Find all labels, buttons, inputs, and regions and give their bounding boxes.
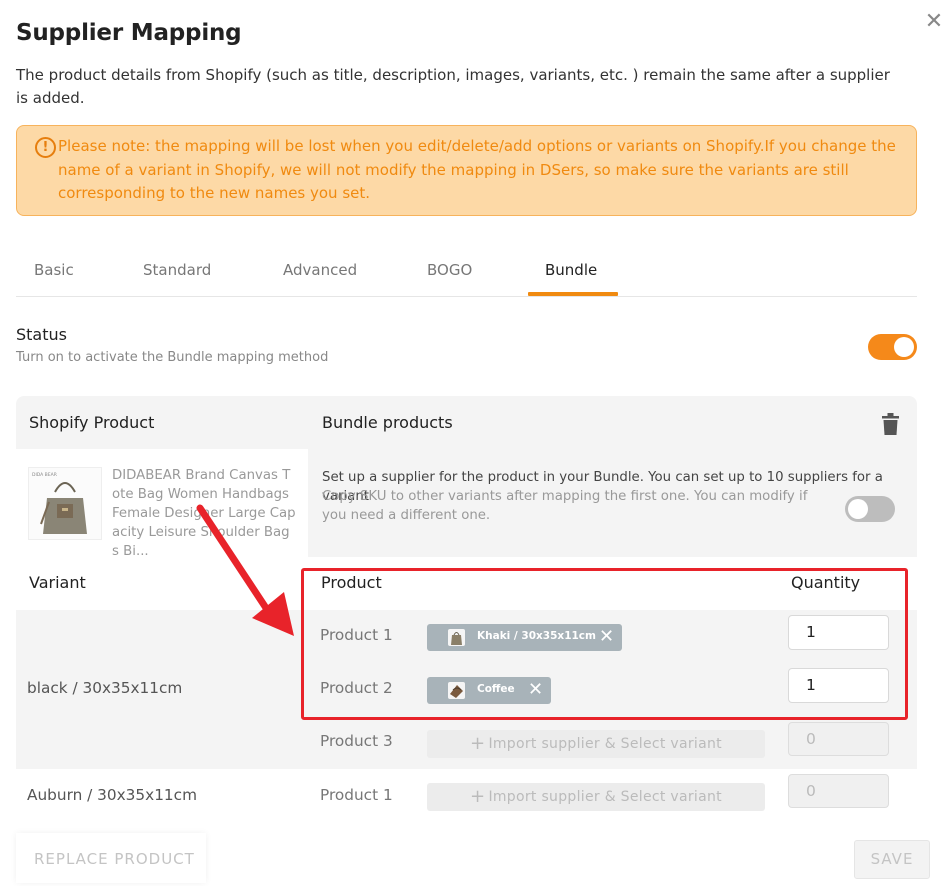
import-supplier-button[interactable]: + Import supplier & Select variant (427, 783, 765, 811)
bundle-products-header: Bundle products (322, 413, 453, 432)
import-supplier-button[interactable]: + Import supplier & Select variant (427, 730, 765, 758)
variant-column-header: Variant (29, 573, 86, 592)
bundle-product-label: Product 1 (320, 786, 393, 804)
toggle-knob (848, 499, 868, 519)
shopify-product-header: Shopify Product (29, 413, 155, 432)
selected-supplier-chip[interactable]: Coffee ✕ (427, 677, 551, 704)
plus-icon: + (470, 786, 486, 807)
dialog-title: Supplier Mapping (16, 20, 242, 46)
quantity-input[interactable]: 0 (788, 722, 889, 756)
variant-block-black: black / 30x35x11cm Product 1 Khaki / 30x… (16, 610, 917, 769)
product-column-header: Product (321, 573, 382, 592)
tab-bogo[interactable]: BOGO (427, 261, 472, 279)
bundle-product-label: Product 1 (320, 626, 393, 644)
trash-icon[interactable] (882, 413, 899, 435)
status-label: Status (16, 325, 67, 344)
mapping-tabs: Basic Standard Advanced BOGO Bundle (16, 252, 917, 297)
bundle-status-toggle[interactable] (868, 334, 917, 360)
bundle-mapping-panel: Shopify Product Bundle products DIDA BEA… (16, 396, 917, 826)
product-thumbnail: DIDA BEAR (28, 467, 102, 540)
replace-product-button[interactable]: REPLACE PRODUCT (34, 850, 195, 868)
close-icon[interactable]: ✕ (924, 11, 943, 33)
shopify-product-title: DIDABEAR Brand Canvas Tote Bag Women Han… (112, 468, 296, 559)
status-description: Turn on to activate the Bundle mapping m… (16, 350, 329, 365)
chip-thumbnail (448, 682, 465, 699)
selected-supplier-chip[interactable]: Khaki / 30x35x11cm ✕ (427, 624, 622, 651)
tab-basic[interactable]: Basic (34, 261, 74, 279)
save-button[interactable]: SAVE (854, 840, 930, 879)
quantity-input[interactable]: 0 (788, 774, 889, 808)
quantity-input[interactable]: 1 (788, 615, 889, 650)
plus-icon: + (470, 733, 486, 754)
warning-notice: ! Please note: the mapping will be lost … (16, 125, 917, 216)
chip-variant-text: Khaki / 30x35x11cm (477, 630, 596, 642)
variant-header-row (16, 557, 917, 610)
chip-thumbnail (448, 629, 465, 646)
chip-variant-text: Coffee (477, 683, 515, 695)
notice-text: Please note: the mapping will be lost wh… (58, 137, 896, 202)
thumb-brand-text: DIDA BEAR (32, 472, 57, 478)
active-tab-indicator (528, 292, 618, 296)
panel-header: Shopify Product Bundle products (16, 396, 917, 449)
warning-icon: ! (35, 137, 56, 158)
remove-chip-icon[interactable]: ✕ (528, 679, 543, 701)
copy-sku-info-text: Copy SKU to other variants after mapping… (322, 489, 808, 523)
toggle-knob (894, 337, 914, 357)
tab-advanced[interactable]: Advanced (283, 261, 357, 279)
dialog-description: The product details from Shopify (such a… (16, 66, 890, 107)
tab-standard[interactable]: Standard (143, 261, 211, 279)
variant-block-auburn: Auburn / 30x35x11cm Product 1 + Import su… (16, 769, 917, 826)
bundle-product-label: Product 2 (320, 679, 393, 697)
remove-chip-icon[interactable]: ✕ (599, 626, 614, 648)
copy-sku-toggle[interactable] (845, 496, 895, 522)
variant-name: black / 30x35x11cm (27, 679, 183, 697)
quantity-column-header: Quantity (791, 573, 861, 592)
bag-image: DIDA BEAR (32, 472, 87, 534)
variant-name: Auburn / 30x35x11cm (27, 786, 197, 804)
tab-bundle[interactable]: Bundle (545, 261, 597, 279)
quantity-input[interactable]: 1 (788, 668, 889, 703)
shopify-product-cell: DIDA BEAR DIDABEAR Brand Canvas Tote Bag… (16, 449, 308, 559)
bundle-product-label: Product 3 (320, 732, 393, 750)
